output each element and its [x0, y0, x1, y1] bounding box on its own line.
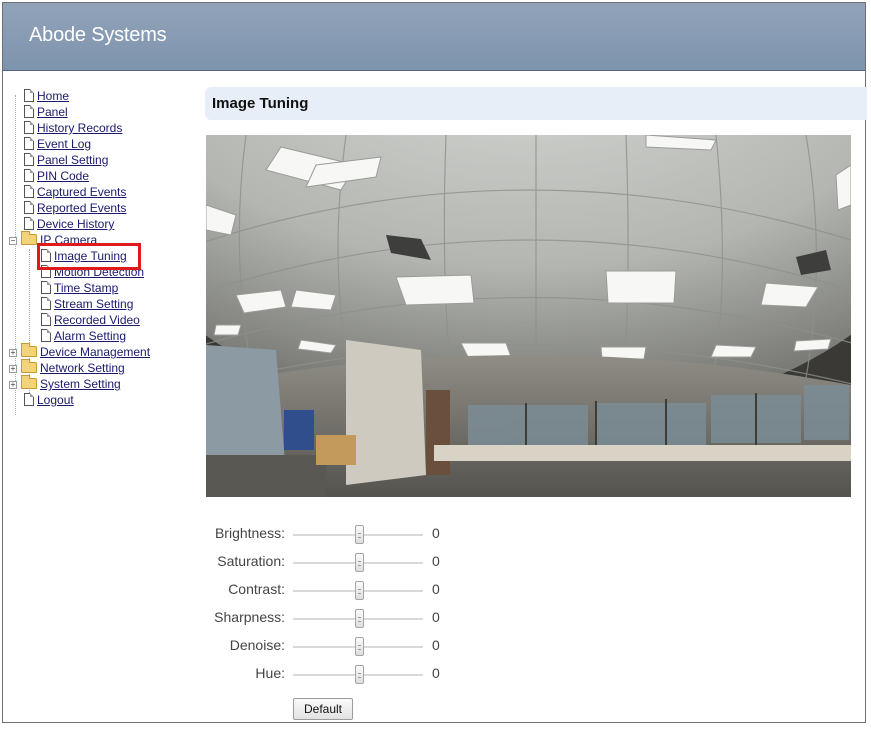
sidebar-item-label[interactable]: Event Log	[37, 137, 91, 151]
expand-toggle-icon[interactable]: +	[9, 365, 17, 373]
sidebar-item-label[interactable]: Recorded Video	[54, 313, 140, 327]
denoise-slider-thumb[interactable]	[355, 637, 364, 656]
hue-value: 0	[432, 665, 440, 681]
contrast-slider-thumb[interactable]	[355, 581, 364, 600]
sharpness-slider-thumb[interactable]	[355, 609, 364, 628]
file-icon	[24, 201, 34, 214]
page-title-bar: Image Tuning	[205, 87, 867, 120]
file-icon	[24, 169, 34, 182]
app-header: Abode Systems	[3, 3, 865, 71]
sidebar-item-device-history[interactable]: Device History	[24, 217, 114, 233]
collapse-toggle-icon[interactable]: −	[9, 237, 17, 245]
contrast-label: Contrast:	[228, 581, 285, 597]
saturation-row: Saturation: 0	[195, 551, 495, 573]
sidebar-item-label[interactable]: Alarm Setting	[54, 329, 126, 343]
sidebar-item-label[interactable]: Reported Events	[37, 201, 126, 215]
file-icon	[41, 297, 51, 310]
brand-title: Abode Systems	[29, 24, 167, 46]
brightness-label: Brightness:	[214, 525, 285, 541]
saturation-value: 0	[432, 553, 440, 569]
sharpness-row: Sharpness: 0	[195, 607, 495, 629]
sidebar-item-home[interactable]: Home	[24, 89, 69, 105]
file-icon	[24, 217, 34, 230]
folder-icon	[21, 343, 37, 357]
sidebar-folder-device-management[interactable]: Device Management	[21, 343, 150, 361]
sidebar-item-time-stamp[interactable]: Time Stamp	[41, 281, 118, 297]
sidebar-item-label[interactable]: Device History	[37, 217, 114, 231]
sidebar-item-label[interactable]: History Records	[37, 121, 122, 135]
sharpness-label: Sharpness:	[214, 609, 285, 625]
brightness-slider-thumb[interactable]	[355, 525, 364, 544]
sidebar-item-event-log[interactable]: Event Log	[24, 137, 91, 153]
sidebar-item-panel-setting[interactable]: Panel Setting	[24, 153, 108, 169]
contrast-value: 0	[432, 581, 440, 597]
hue-row: Hue: 0	[195, 663, 495, 685]
sharpness-value: 0	[432, 609, 440, 625]
sidebar-item-history-records[interactable]: History Records	[24, 121, 122, 137]
hue-label: Hue:	[255, 665, 285, 681]
folder-icon	[21, 359, 37, 373]
file-icon	[24, 89, 34, 102]
denoise-row: Denoise: 0	[195, 635, 495, 657]
sidebar-item-label[interactable]: PIN Code	[37, 169, 89, 183]
page-title: Image Tuning	[212, 95, 309, 112]
contrast-row: Contrast: 0	[195, 579, 495, 601]
file-icon	[24, 153, 34, 166]
denoise-value: 0	[432, 637, 440, 653]
brightness-value: 0	[432, 525, 440, 541]
sidebar-item-label[interactable]: Time Stamp	[54, 281, 118, 295]
brightness-row: Brightness: 0	[195, 523, 495, 545]
sidebar-item-reported-events[interactable]: Reported Events	[24, 201, 126, 217]
app-frame: Abode Systems Home Panel History Records…	[2, 2, 867, 723]
file-icon	[24, 137, 34, 150]
saturation-label: Saturation:	[217, 553, 285, 569]
sidebar-item-label[interactable]: Panel Setting	[37, 153, 108, 167]
camera-preview	[206, 135, 851, 497]
sidebar-item-pin-code[interactable]: PIN Code	[24, 169, 89, 185]
file-icon	[41, 281, 51, 294]
file-icon	[24, 121, 34, 134]
default-button[interactable]: Default	[293, 698, 353, 720]
sidebar-item-logout[interactable]: Logout	[24, 393, 74, 409]
file-icon	[41, 329, 51, 342]
sidebar-item-stream-setting[interactable]: Stream Setting	[41, 297, 133, 313]
image-tuning-controls: Brightness: 0 Saturation: 0 Contrast: 0 …	[195, 523, 495, 723]
file-icon	[24, 105, 34, 118]
selection-highlight-box	[37, 243, 141, 270]
sidebar-item-label[interactable]: Captured Events	[37, 185, 126, 199]
sidebar-item-alarm-setting[interactable]: Alarm Setting	[41, 329, 126, 345]
sidebar-item-label[interactable]: Logout	[37, 393, 74, 407]
sidebar-item-recorded-video[interactable]: Recorded Video	[41, 313, 140, 329]
saturation-slider-thumb[interactable]	[355, 553, 364, 572]
sidebar-item-panel[interactable]: Panel	[24, 105, 68, 121]
sidebar-folder-system-setting[interactable]: System Setting	[21, 375, 121, 393]
sidebar-folder-network-setting[interactable]: Network Setting	[21, 359, 125, 377]
sidebar-item-label[interactable]: Device Management	[40, 345, 150, 359]
sidebar-item-captured-events[interactable]: Captured Events	[24, 185, 126, 201]
file-icon	[41, 313, 51, 326]
sidebar-item-label[interactable]: System Setting	[40, 377, 121, 391]
sidebar-item-label[interactable]: Panel	[37, 105, 68, 119]
sidebar-item-label[interactable]: Network Setting	[40, 361, 125, 375]
hue-slider-thumb[interactable]	[355, 665, 364, 684]
expand-toggle-icon[interactable]: +	[9, 349, 17, 357]
file-icon	[24, 185, 34, 198]
sidebar-item-label[interactable]: Stream Setting	[54, 297, 133, 311]
camera-image	[206, 135, 851, 497]
folder-icon	[21, 375, 37, 389]
sidebar-item-label[interactable]: Home	[37, 89, 69, 103]
folder-open-icon	[21, 231, 37, 245]
file-icon	[24, 393, 34, 406]
expand-toggle-icon[interactable]: +	[9, 381, 17, 389]
denoise-label: Denoise:	[229, 637, 285, 653]
